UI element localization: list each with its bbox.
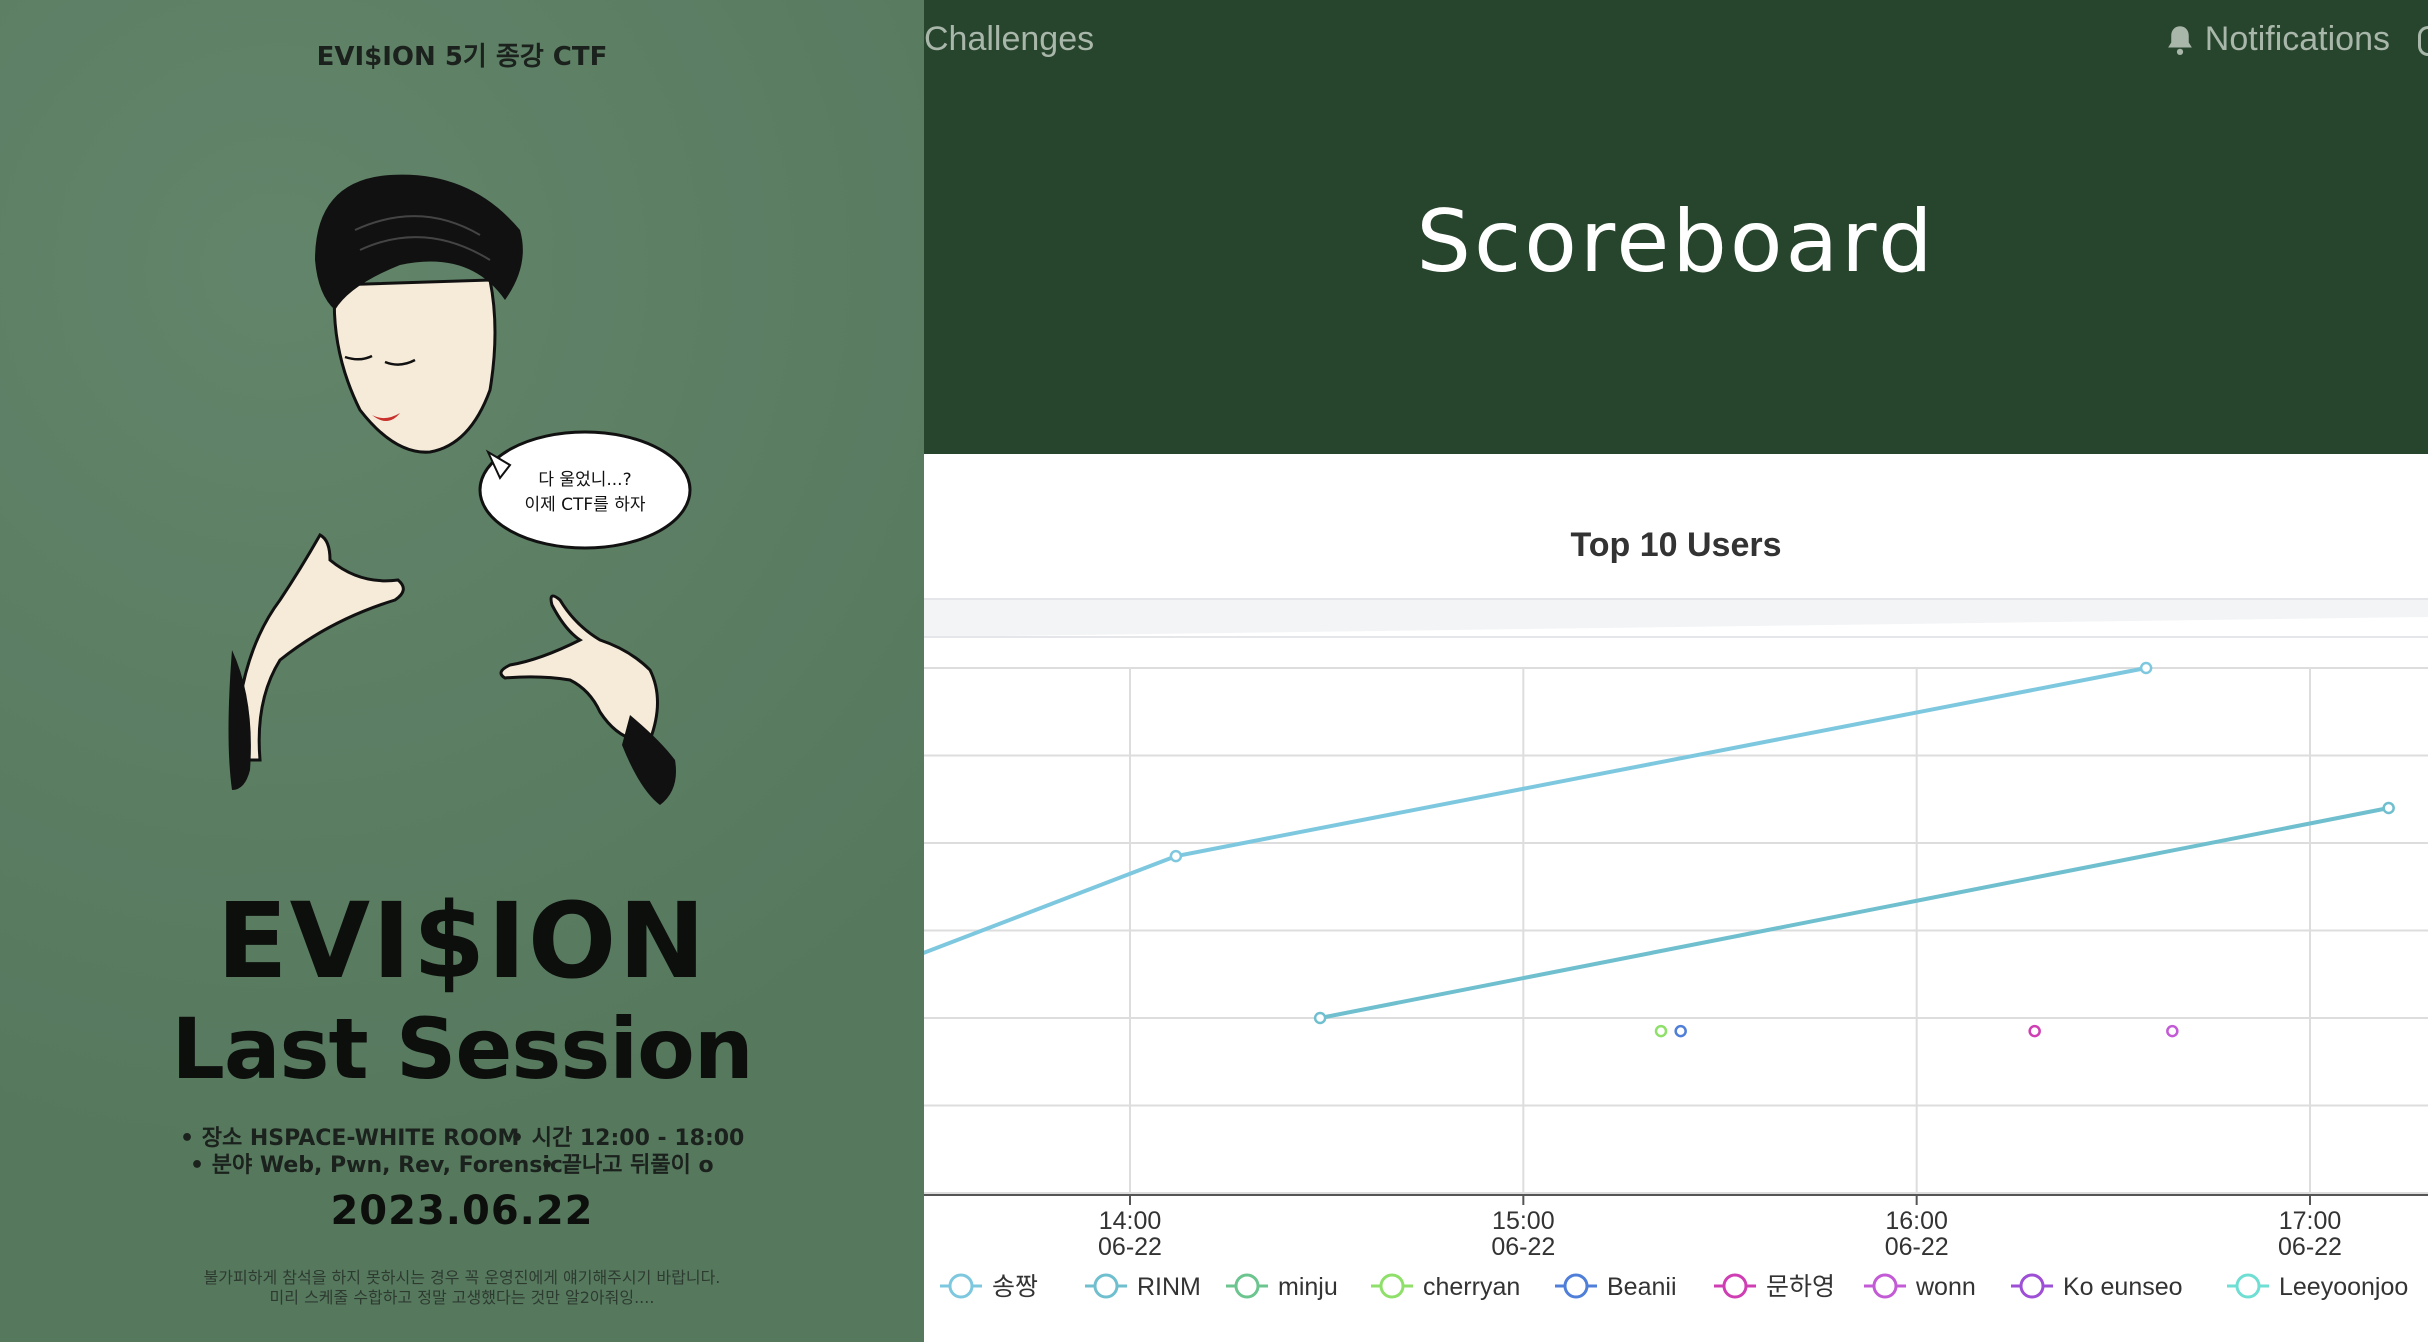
hands-illustration [228,533,676,805]
chart-plot: 14:0006-2215:0006-2216:0006-2217:0006-22… [924,598,2428,1301]
legend-label: Leeyoonjoo [2279,1273,2408,1301]
legend-marker-icon [1722,1273,1748,1299]
series-point-4-0 [1674,1024,1687,1038]
chart-zoom-band [924,599,2428,637]
poster-info-after: • 끝나고 뒤풀이 o [540,1153,714,1178]
nav-notifications-link[interactable]: Notifications [2165,20,2390,59]
legend-item[interactable]: Leeyoonjoo [2227,1273,2408,1301]
woman-face-illustration [315,174,523,454]
speech-bubble-line-1: 다 울었니...? [538,470,631,490]
legend-marker-icon [1234,1273,1260,1299]
legend-marker-icon [1563,1273,1589,1299]
legend-item[interactable]: Ko eunseo [2011,1273,2183,1301]
legend-marker-icon [2019,1273,2045,1299]
x-tick-label-time: 15:00 [1492,1207,1555,1235]
chart-toolbox-band [924,598,2428,638]
legend-label: minju [1278,1273,1338,1301]
legend-item[interactable]: 송짱 [940,1273,1038,1301]
poster-info-field: • 분야 Web, Pwn, Rev, Forensic [190,1153,563,1178]
poster-note-2: 미리 스케줄 수합하고 정말 고생했다는 것만 알2아줘잉.... [269,1288,655,1307]
top-navbar: Challenges Notifications [924,0,2428,80]
legend-marker-icon [1379,1273,1405,1299]
nav-challenges-link[interactable]: Challenges [924,20,1094,59]
nav-notifications-label: Notifications [2204,20,2390,58]
poster-date: 2023.06.22 [330,1188,594,1234]
legend-label: 송짱 [992,1273,1038,1301]
legend-item[interactable]: Beanii [1555,1273,1677,1301]
series-point-6-0 [2166,1024,2179,1038]
legend-label: Beanii [1607,1273,1677,1301]
x-tick-label-date: 06-22 [1098,1233,1162,1261]
series-point-5-0 [2028,1024,2041,1038]
legend-marker-icon [2235,1273,2261,1299]
poster-illustration: 다 울었니...? 이제 CTF를 하자 [228,174,692,805]
legend-item[interactable]: cherryan [1371,1273,1520,1301]
series-line-0 [924,666,2147,955]
poster-image: EVI$ION 5기 종강 CTF 다 울었니...? 이제 CTF를 하자 E… [0,0,924,1342]
poster-title: EVI$ION [216,880,708,1002]
x-tick-label-date: 06-22 [2278,1233,2342,1261]
legend-marker-icon [1872,1273,1898,1299]
page-header: Scoreboard [924,80,2428,454]
legend-item[interactable]: minju [1226,1273,1338,1301]
nav-user-icon-partial[interactable] [2418,26,2428,56]
series-point-0-2 [2139,661,2153,675]
legend-label: Ko eunseo [2063,1273,2183,1301]
speech-bubble: 다 울었니...? 이제 CTF를 하자 [478,430,692,550]
legend-label: cherryan [1423,1273,1520,1301]
series-point-1-1 [2382,801,2395,815]
bell-icon [2167,25,2192,55]
series-line-1 [1319,806,2390,1020]
scoreboard-graph: Top 10 Users 14:00 06-22 15:00 06-22 16:00 06… [924,454,2428,1342]
series-point-0-1 [1169,849,1183,863]
legend-marker-icon [1093,1273,1119,1299]
series-point-3-0 [1654,1024,1668,1038]
legend-item[interactable]: wonn [1864,1273,1976,1301]
legend-item[interactable]: 문하영 [1714,1273,1835,1301]
x-tick-label-time: 17:00 [2279,1207,2342,1235]
speech-bubble-line-2: 이제 CTF를 하자 [524,495,645,515]
legend-label: wonn [1915,1273,1976,1301]
legend-label: 문하영 [1766,1273,1835,1301]
legend-marker-icon [948,1273,974,1299]
x-tick-label-date: 06-22 [1885,1233,1949,1261]
series-point-1-0 [1313,1011,1327,1025]
x-tick-label-time: 14:00 [1099,1207,1162,1235]
x-tick-label-date: 06-22 [1491,1233,1555,1261]
page-title: Scoreboard [1416,192,1936,292]
poster-subtitle: Last Session [171,1000,753,1098]
x-tick-label-time: 16:00 [1885,1207,1948,1235]
legend-label: RINM [1137,1273,1201,1301]
legend-item[interactable]: RINM [1085,1273,1201,1301]
